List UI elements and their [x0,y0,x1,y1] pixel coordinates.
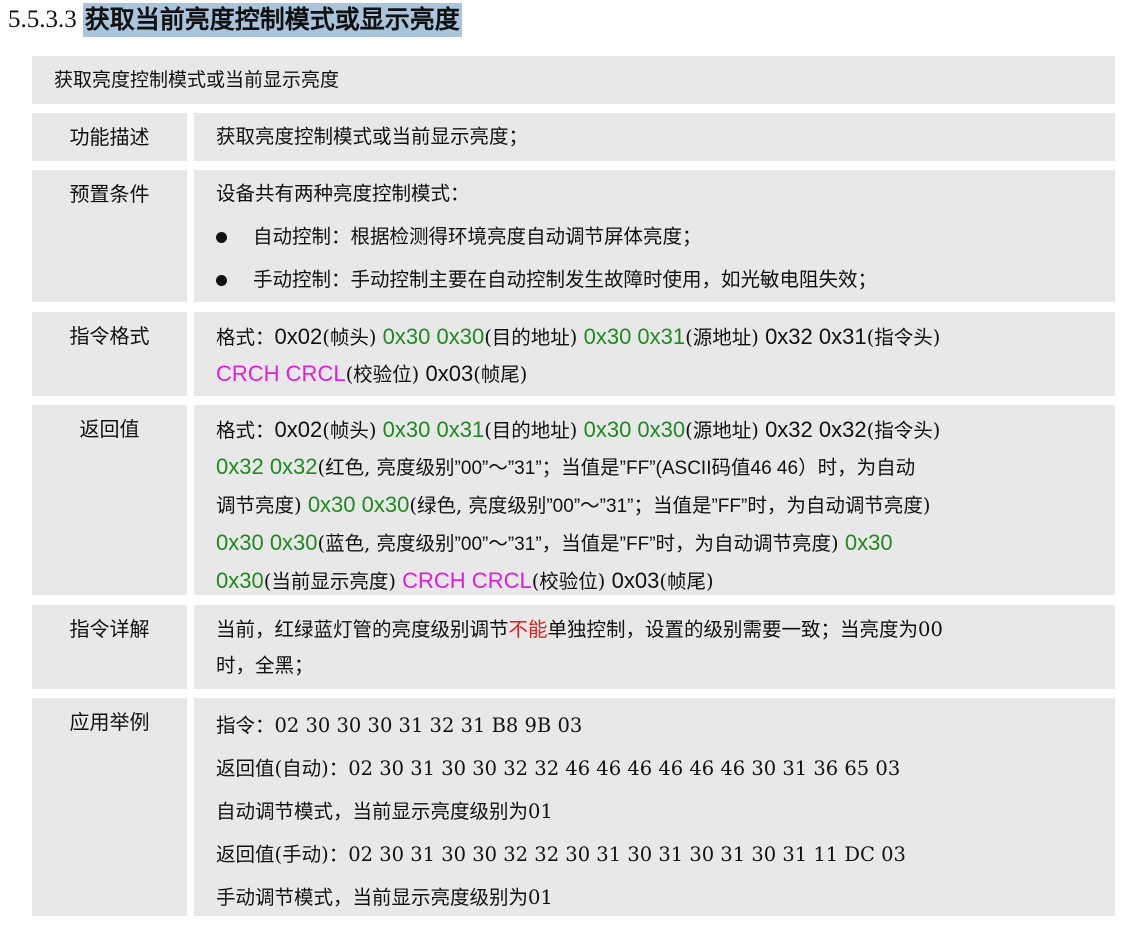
section-title: 获取当前亮度控制模式或显示亮度 [82,3,462,37]
section-heading: 5.5.3.3 获取当前亮度控制模式或显示亮度 [8,2,462,38]
row-label: 指令格式 [32,312,187,396]
return-line-1: 格式：0x02(帧头) 0x30 0x31(目的地址) 0x30 0x30(源地… [216,417,941,442]
bullet-icon [216,275,227,286]
precondition-intro: 设备共有两种亮度控制模式： [216,182,470,205]
row-label: 指令详解 [32,605,187,689]
command-line-2: CRCH CRCL(校验位) 0x03(帧尾) [216,361,528,386]
row-label: 返回值 [32,405,187,595]
row-content: 获取亮度控制模式或当前显示亮度； [194,113,1115,161]
example-line: 自动调节模式，当前显示亮度级别为01 [216,800,553,823]
command-line-1: 格式：0x02(帧头) 0x30 0x30(目的地址) 0x30 0x31(源地… [216,324,941,349]
row-content: 格式：0x02(帧头) 0x30 0x30(目的地址) 0x30 0x31(源地… [194,312,1115,396]
row-return-value: 返回值 格式：0x02(帧头) 0x30 0x31(目的地址) 0x30 0x3… [32,405,1115,595]
example-line: 返回值(自动)：02 30 31 30 30 32 32 46 46 46 46… [216,757,901,780]
row-example: 应用举例 指令：02 30 30 30 31 32 31 B8 9B 03 返回… [32,698,1115,916]
detail-line-2: 时，全黑； [216,654,314,677]
return-line-2: 0x32 0x32(红色, 亮度级别”00”～”31”；当值是”FF”(ASCI… [216,454,916,479]
row-label: 预置条件 [32,170,187,302]
example-line: 手动调节模式，当前显示亮度级别为01 [216,886,553,909]
list-item: 手动控制：手动控制主要在自动控制发生故障时使用，如光敏电阻失效； [216,266,1105,309]
example-line: 返回值(手动)：02 30 31 30 30 32 32 30 31 30 31… [216,843,906,866]
return-line-3: 调节亮度) 0x30 0x30(绿色, 亮度级别”00”～”31”；当值是”FF… [216,492,931,517]
row-content: 格式：0x02(帧头) 0x30 0x31(目的地址) 0x30 0x30(源地… [194,405,1115,595]
list-item: 自动控制：根据检测得环境亮度自动调节屏体亮度； [216,223,1105,266]
row-function: 功能描述 获取亮度控制模式或当前显示亮度； [32,113,1115,161]
row-command-detail: 指令详解 当前，红绿蓝灯管的亮度级别调节不能单独控制，设置的级别需要一致；当亮度… [32,605,1115,689]
section-number: 5.5.3.3 [8,6,77,33]
example-line: 指令：02 30 30 30 31 32 31 B8 9B 03 [216,714,583,737]
row-label: 功能描述 [32,113,187,161]
bullet-icon [216,232,227,243]
row-label: 应用举例 [32,698,187,916]
detail-line-1: 当前，红绿蓝灯管的亮度级别调节不能单独控制，设置的级别需要一致；当亮度为00 [216,618,943,641]
table-caption: 获取亮度控制模式或当前显示亮度 [32,56,1115,104]
row-command-format: 指令格式 格式：0x02(帧头) 0x30 0x30(目的地址) 0x30 0x… [32,312,1115,396]
row-precondition: 预置条件 设备共有两种亮度控制模式： 自动控制：根据检测得环境亮度自动调节屏体亮… [32,170,1115,302]
return-line-4: 0x30 0x30(蓝色, 亮度级别”00”～”31”，当值是”FF”时，为自动… [216,530,893,555]
row-content: 指令：02 30 30 30 31 32 31 B8 9B 03 返回值(自动)… [194,698,1115,916]
return-line-5: 0x30(当前显示亮度) CRCH CRCL(校验位) 0x03(帧尾) [216,568,714,593]
row-content: 当前，红绿蓝灯管的亮度级别调节不能单独控制，设置的级别需要一致；当亮度为00 时… [194,605,1115,689]
row-content: 设备共有两种亮度控制模式： 自动控制：根据检测得环境亮度自动调节屏体亮度； 手动… [194,170,1115,302]
